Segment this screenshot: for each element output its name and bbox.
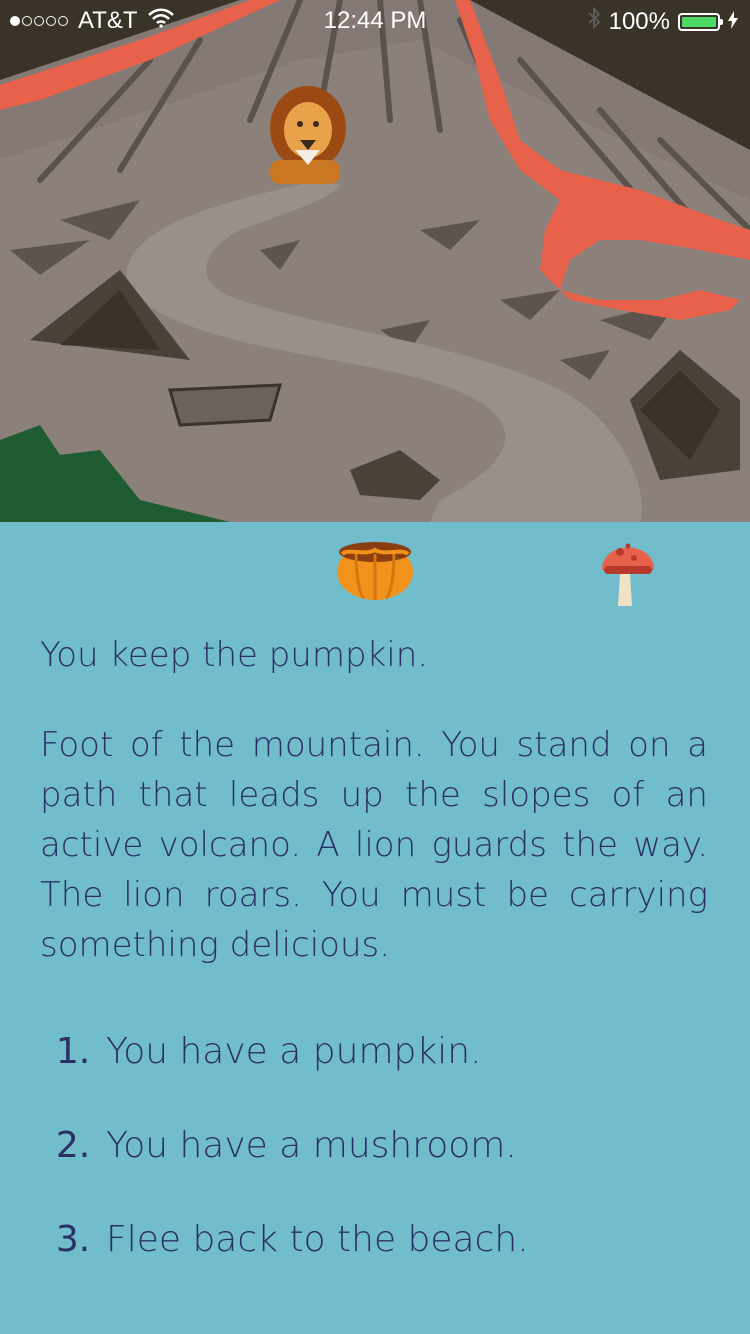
battery-percent: 100% xyxy=(608,7,670,35)
charging-icon xyxy=(728,8,738,36)
choice-label: You have a mushroom. xyxy=(106,1124,517,1166)
choice-item-mushroom[interactable]: 2. You have a mushroom. xyxy=(40,1114,720,1176)
choice-number: 2. xyxy=(55,1124,91,1166)
choice-number: 1. xyxy=(55,1030,91,1072)
story-description: Foot of the mountain. You stand on a pat… xyxy=(40,725,708,965)
story-text: You keep the pumpkin. Foot of the mounta… xyxy=(40,630,708,970)
lion-icon xyxy=(270,86,346,184)
choice-label: Flee back to the beach. xyxy=(106,1218,529,1260)
choice-item-pumpkin[interactable]: 1. You have a pumpkin. xyxy=(40,1020,720,1082)
story-screen: AT&T 12:44 PM 100% You keep the pumpkin.… xyxy=(0,0,750,1334)
status-right-group: 100% xyxy=(587,6,738,36)
volcano-illustration xyxy=(0,0,750,522)
status-bar: AT&T 12:44 PM 100% xyxy=(0,0,750,40)
inventory-bar xyxy=(0,530,750,610)
pumpkin-icon[interactable] xyxy=(334,538,416,602)
battery-icon xyxy=(678,12,723,31)
choice-item-flee[interactable]: 3. Flee back to the beach. xyxy=(40,1208,720,1270)
choice-number: 3. xyxy=(55,1218,91,1260)
mushroom-icon[interactable] xyxy=(598,530,658,610)
story-intro: You keep the pumpkin. xyxy=(40,635,429,675)
bluetooth-icon xyxy=(587,6,601,36)
choice-label: You have a pumpkin. xyxy=(106,1030,482,1072)
choice-list: 1. You have a pumpkin. 2. You have a mus… xyxy=(40,1020,720,1302)
